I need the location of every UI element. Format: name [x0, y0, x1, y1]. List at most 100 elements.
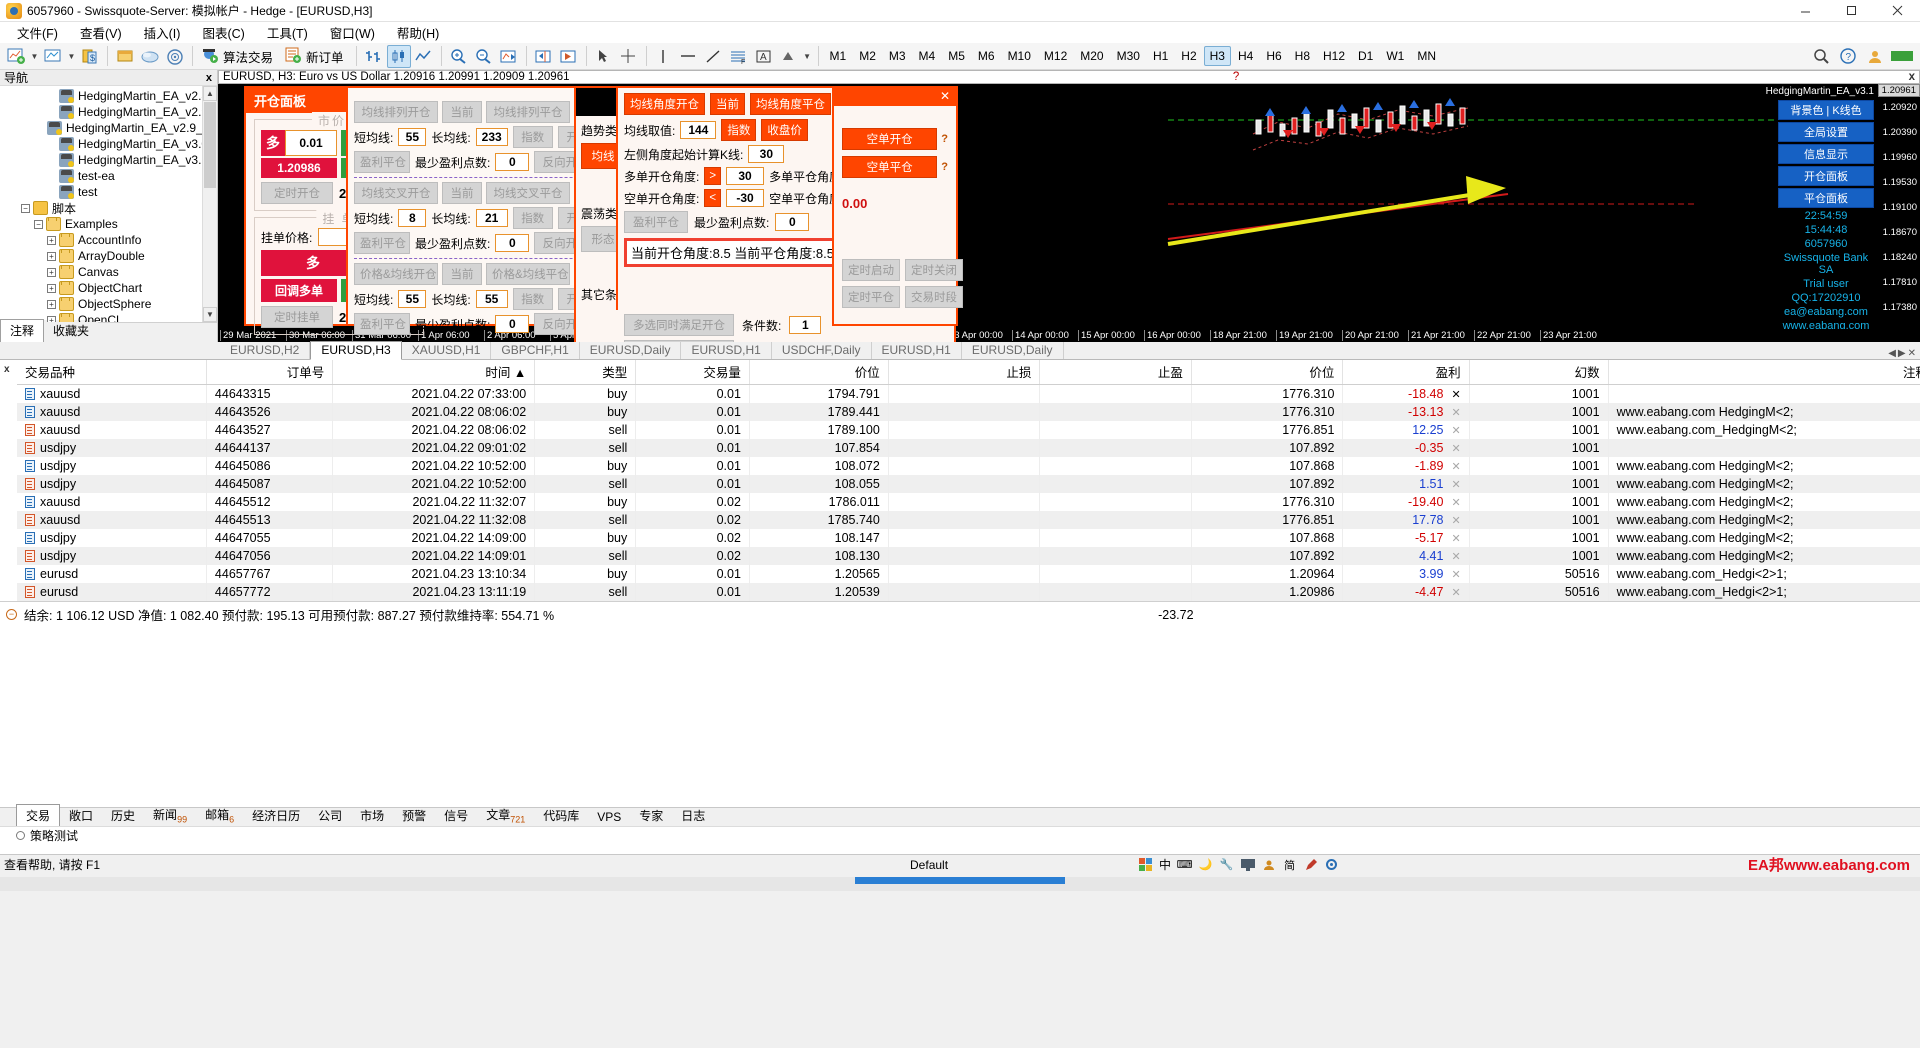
close-order-icon[interactable]: ✕	[1451, 478, 1460, 491]
menu-file[interactable]: 文件(F)	[6, 21, 69, 44]
trendline-icon[interactable]	[702, 45, 726, 68]
timer-stop-button[interactable]: 定时关闭	[905, 259, 963, 281]
period-button-h6[interactable]: H6	[1260, 46, 1287, 66]
new-chart-dropdown-icon[interactable]: ▼	[29, 45, 40, 68]
market-watch-icon[interactable]: $	[78, 45, 102, 68]
trade-row[interactable]: xauusd 44643315 2021.04.22 07:33:00 buy 0.01…	[17, 384, 1920, 403]
navigator-panel[interactable]: 导航 x HedgingMartin_EA_v2.8 HedgingMartin_…	[0, 70, 218, 342]
minimize-button[interactable]	[1782, 0, 1828, 22]
close-order-icon[interactable]: ✕	[1451, 496, 1460, 509]
period-button-m5[interactable]: M5	[942, 46, 971, 66]
trades-column-header[interactable]: 止盈	[1039, 360, 1192, 385]
strategy-tester-bar[interactable]: 策略测试	[0, 826, 1920, 844]
new-chart-icon[interactable]	[4, 45, 28, 68]
close-button[interactable]	[1874, 0, 1920, 22]
period-button-m10[interactable]: M10	[1002, 46, 1037, 66]
short-ma-input[interactable]: 55	[398, 128, 427, 146]
trade-row[interactable]: usdjpy 44645087 2021.04.22 10:52:00 sell 0.0…	[17, 475, 1920, 493]
chart-help-icon[interactable]: ?	[1233, 71, 1239, 83]
line-chart-icon[interactable]	[412, 45, 436, 68]
period-button-m6[interactable]: M6	[972, 46, 1001, 66]
ma-mode-button[interactable]: 指数	[721, 119, 757, 141]
period-button-m2[interactable]: M2	[853, 46, 882, 66]
buy-lot-input[interactable]: 0.01	[285, 130, 337, 156]
chart-close-icon[interactable]: x	[1909, 71, 1915, 83]
sell-open-angle-input[interactable]: -30	[726, 189, 765, 207]
close-order-icon[interactable]: ✕	[1451, 442, 1460, 455]
close-timer-panel[interactable]: ✕ 空单开仓 ? 空单平仓 ? 0.00 定时启动 定时关闭 定时平仓 交易时段	[832, 86, 963, 326]
period-button-d1[interactable]: D1	[1352, 46, 1379, 66]
vertical-line-icon[interactable]	[652, 45, 676, 68]
new-order-button[interactable]: 新订单	[281, 45, 351, 68]
angle-open-button[interactable]: 均线角度开仓	[624, 93, 705, 115]
sell-close-button[interactable]: 空单平仓	[842, 156, 938, 178]
zoom-out-icon[interactable]	[472, 45, 496, 68]
trades-table[interactable]: 交易品种订单号时间 ▲类型交易量价位止损止盈价位盈利幻数注释 xauusd446…	[17, 360, 1920, 601]
trades-column-header[interactable]: 类型	[534, 360, 637, 385]
fibonacci-icon[interactable]: F	[727, 45, 751, 68]
terminal-tab[interactable]: 预警	[393, 805, 435, 826]
period-button-m4[interactable]: M4	[913, 46, 942, 66]
ma-mode-button[interactable]: 指数	[512, 126, 553, 148]
navigator-item[interactable]: HedgingMartin_EA_v3.1	[0, 152, 217, 168]
long-ma-input[interactable]: 233	[475, 128, 508, 146]
close-order-icon[interactable]: ✕	[1451, 586, 1460, 599]
trade-row[interactable]: xauusd 44643526 2021.04.22 08:06:02 buy 0.01…	[17, 403, 1920, 421]
ma-minpoints-input[interactable]: 0	[495, 153, 530, 171]
tree-expander-icon[interactable]: +	[47, 283, 56, 293]
maximize-button[interactable]	[1828, 0, 1874, 22]
trade-row[interactable]: eurusd 44657767 2021.04.23 13:10:34 buy 0.01…	[17, 565, 1920, 583]
close-order-icon[interactable]: ✕	[1451, 532, 1460, 545]
terminal-tab[interactable]: 历史	[102, 805, 144, 826]
bar-chart-icon[interactable]	[362, 45, 386, 68]
ma-close-button[interactable]: 均线交叉平仓	[486, 182, 570, 204]
monitor-icon[interactable]	[1240, 857, 1255, 872]
terminal-tab[interactable]: 敞口	[60, 805, 102, 826]
navigator-item[interactable]: + ArrayDouble	[0, 248, 217, 264]
chart-tab[interactable]: EURUSD,H2	[220, 342, 311, 359]
text-label-icon[interactable]: A	[752, 45, 776, 68]
trade-row[interactable]: eurusd 44657772 2021.04.23 13:11:19 sell 0.0…	[17, 583, 1920, 601]
ma-open-current-button[interactable]: 当前	[442, 101, 482, 123]
terminal-tab[interactable]: VPS	[588, 808, 630, 826]
trades-column-header[interactable]: 价位	[1191, 360, 1344, 385]
menu-charts[interactable]: 图表(C)	[191, 21, 255, 44]
ma-open-button[interactable]: 价格&均线开仓	[354, 263, 438, 285]
multi-close-button[interactable]: 多选同时满足平仓	[624, 340, 734, 342]
navigator-item[interactable]: test	[0, 184, 217, 200]
navigator-item[interactable]: + ObjectChart	[0, 280, 217, 296]
terminal-tab[interactable]: 日志	[672, 805, 714, 826]
algo-trading-button[interactable]: 算法交易	[198, 45, 280, 68]
data-window-icon[interactable]	[113, 45, 137, 68]
trades-column-header[interactable]: 订单号	[206, 360, 334, 385]
chart-tab-strip[interactable]: EURUSD,H2 EURUSD,H3 XAUUSD,H1 GBPCHF,H1 EURU…	[0, 341, 1920, 360]
ma-minpoints-input[interactable]: 0	[495, 234, 530, 252]
crosshair-icon[interactable]	[617, 45, 641, 68]
close-order-icon[interactable]: ✕	[1451, 514, 1460, 527]
close-order-icon[interactable]: ✕	[1451, 550, 1460, 563]
trades-header-row[interactable]: 交易品种订单号时间 ▲类型交易量价位止损止盈价位盈利幻数注释	[17, 360, 1920, 385]
terminal-tab[interactable]: 新闻99	[144, 804, 196, 826]
timer-close-button[interactable]: 定时平仓	[842, 286, 900, 308]
chart-tab[interactable]: XAUUSD,H1	[402, 342, 492, 359]
period-button-m20[interactable]: M20	[1074, 46, 1109, 66]
trades-column-header[interactable]: 交易品种	[17, 360, 207, 385]
chart-tab[interactable]: GBPCHF,H1	[491, 342, 580, 359]
terminal-tab[interactable]: 邮箱6	[196, 804, 243, 826]
period-button-h3[interactable]: H3	[1203, 46, 1231, 66]
menu-window[interactable]: 窗口(W)	[319, 21, 386, 44]
trades-column-header[interactable]: 时间 ▲	[332, 360, 536, 385]
chart-tabs-next-icon[interactable]: ▶	[1898, 348, 1906, 359]
horizontal-line-icon[interactable]	[677, 45, 701, 68]
sell-close-help-icon[interactable]: ?	[941, 161, 948, 173]
ma-open-button[interactable]: 均线排列开仓	[354, 101, 438, 123]
navigator-item[interactable]: test-ea	[0, 168, 217, 184]
angle-minpoints-input[interactable]: 0	[775, 213, 810, 231]
terminal-tab[interactable]: 交易	[16, 804, 61, 826]
trades-column-header[interactable]: 幻数	[1469, 360, 1609, 385]
trades-column-header[interactable]: 注释	[1608, 360, 1920, 385]
callback-buy-button[interactable]: 回调多单	[261, 279, 337, 302]
autoscroll-icon[interactable]	[497, 45, 521, 68]
trade-panel[interactable]: x 交易品种订单号时间 ▲类型交易量价位止损止盈价位盈利幻数注释 xauusd4…	[0, 360, 1920, 627]
angle-close-button[interactable]: 均线角度平仓	[750, 93, 831, 115]
